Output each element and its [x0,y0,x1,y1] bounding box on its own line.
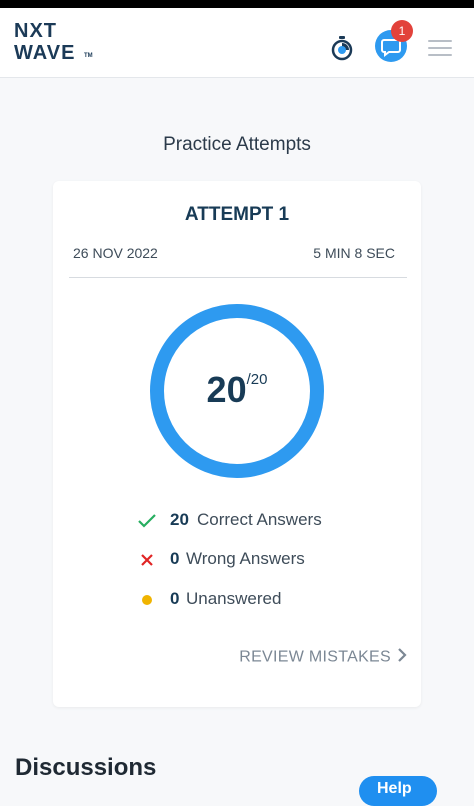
logo-line1: NXT [14,20,57,42]
nxtwave-logo[interactable]: NXT WAVE TM [14,20,104,68]
review-mistakes-label: REVIEW MISTAKES [239,648,391,666]
discussions-heading: Discussions [15,754,157,781]
timer-icon[interactable] [329,35,355,61]
wrong-count: 0 [170,549,180,568]
hamburger-menu-icon[interactable] [428,40,452,58]
checkmark-icon [137,512,157,530]
logo-line2: WAVE [14,42,76,64]
correct-count: 20 [170,510,189,529]
unanswered-count: 0 [170,589,180,608]
attempt-card: ATTEMPT 1 26 NOV 2022 5 MIN 8 SEC 20/20 … [53,181,421,707]
attempt-title: ATTEMPT 1 [184,204,290,225]
attempt-date: 26 NOV 2022 [73,245,158,261]
score-display: 20/20 [148,369,326,411]
unanswered-label: Unanswered [186,589,282,608]
logo-trademark: TM [84,53,93,59]
help-button[interactable]: Help [359,776,437,806]
cross-icon [137,551,157,569]
wrong-label: Wrong Answers [186,549,305,568]
attempt-duration: 5 MIN 8 SEC [313,245,395,261]
status-bar [0,0,474,8]
score-total: /20 [246,371,268,388]
correct-label: Correct Answers [197,510,322,529]
dot-icon [137,591,157,609]
chevron-right-icon [397,647,407,668]
page-title: Practice Attempts [163,134,311,155]
review-mistakes-button[interactable]: REVIEW MISTAKES [239,647,407,668]
app-header: NXT WAVE TM 1 [0,8,474,78]
notification-badge: 1 [391,20,413,42]
divider [69,277,407,278]
score-value: 20 [206,369,247,410]
